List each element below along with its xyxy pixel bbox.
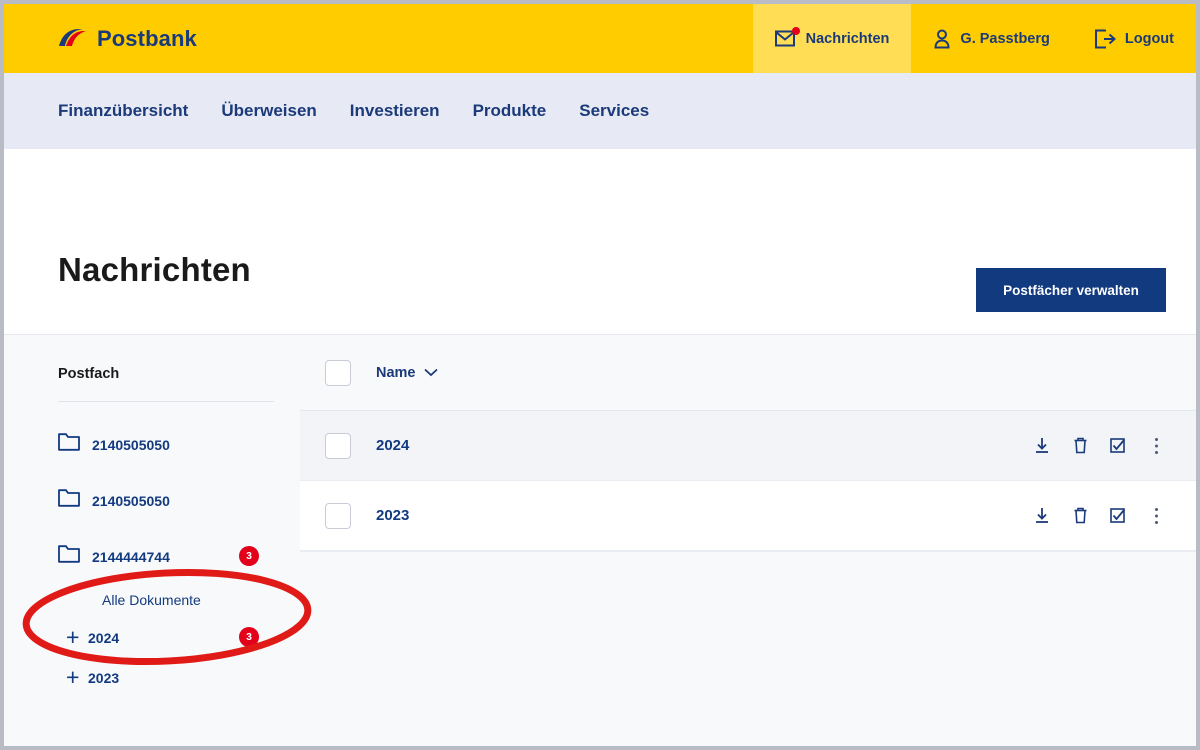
sidebar-subitem-label: 2024: [88, 629, 120, 646]
table-header-row: Name: [300, 335, 1196, 411]
nav-item-finanzuebersicht[interactable]: Finanzübersicht: [58, 101, 188, 121]
sidebar-heading: Postfach: [58, 366, 120, 382]
more-vertical-icon[interactable]: [1144, 434, 1168, 458]
table-row[interactable]: 2024: [300, 411, 1196, 481]
header-item-label: G. Passtberg: [960, 30, 1050, 47]
header-spacer: [197, 4, 753, 73]
postbank-logo-icon: [58, 28, 88, 50]
row-checkbox[interactable]: [325, 432, 351, 459]
nav-item-ueberweisen[interactable]: Überweisen: [221, 101, 316, 121]
row-select-cell: [300, 502, 376, 529]
download-icon[interactable]: [1030, 504, 1054, 528]
row-name-label[interactable]: 2023: [376, 507, 409, 524]
sidebar-subitem-label: 2023: [88, 669, 120, 686]
row-checkbox[interactable]: [325, 502, 351, 529]
table-row[interactable]: 2023: [300, 481, 1196, 551]
nav-item-services[interactable]: Services: [579, 101, 649, 121]
header-item-label: Nachrichten: [805, 30, 890, 47]
content-area: Postfach 2140505050 2140505050 214444474…: [4, 335, 1196, 746]
row-name-label[interactable]: 2024: [376, 437, 409, 454]
folder-icon: [58, 433, 80, 456]
sidebar-subitem-2023[interactable]: + 2023: [66, 666, 119, 689]
select-all-checkbox[interactable]: [325, 359, 351, 386]
row-select-cell: [300, 432, 376, 459]
main-navigation: Finanzübersicht Überweisen Investieren P…: [4, 73, 1196, 149]
check-box-icon[interactable]: [1106, 504, 1130, 528]
logout-icon: [1094, 29, 1116, 49]
plus-icon[interactable]: +: [66, 666, 88, 689]
folder-icon: [58, 489, 80, 512]
download-icon[interactable]: [1030, 434, 1054, 458]
page-header-band: Nachrichten Postfächer verwalten: [4, 149, 1196, 335]
sidebar-subitem-badge: 3: [239, 627, 259, 647]
header-item-logout[interactable]: Logout: [1072, 4, 1196, 73]
sidebar-folder-item-0[interactable]: 2140505050: [58, 433, 278, 456]
brand-logo[interactable]: Postbank: [4, 4, 197, 73]
sidebar-folder-label: 2140505050: [92, 492, 170, 509]
brand-name: Postbank: [97, 25, 197, 51]
table-bottom-divider: [300, 551, 1196, 552]
folder-icon: [58, 545, 80, 568]
row-action-group: [1030, 434, 1168, 458]
sidebar-folder-item-1[interactable]: 2140505050: [58, 489, 278, 512]
check-box-icon[interactable]: [1106, 434, 1130, 458]
sidebar-divider: [58, 401, 274, 402]
sidebar-subitem-label: Alle Dokumente: [102, 591, 201, 608]
trash-icon[interactable]: [1068, 504, 1092, 528]
mailbox-sidebar: Postfach 2140505050 2140505050 214444474…: [4, 335, 300, 746]
header-item-user[interactable]: G. Passtberg: [911, 4, 1071, 73]
page-title: Nachrichten: [58, 251, 251, 288]
sidebar-folder-label: 2144444744: [92, 548, 170, 565]
top-header-bar: Postbank Nachrichten G. Passtberg Logout: [4, 4, 1196, 73]
app-window: Postbank Nachrichten G. Passtberg Logout…: [4, 4, 1196, 746]
plus-icon[interactable]: +: [66, 626, 88, 649]
sidebar-folder-badge: 3: [239, 546, 259, 566]
messages-table: Name 2024 2023: [300, 335, 1196, 746]
column-header-label: Name: [376, 364, 416, 381]
sidebar-subitem-2024[interactable]: + 2024: [66, 626, 119, 649]
nav-item-investieren[interactable]: Investieren: [350, 101, 440, 121]
more-vertical-icon[interactable]: [1144, 504, 1168, 528]
sidebar-folder-label: 2140505050: [92, 436, 170, 453]
header-item-nachrichten[interactable]: Nachrichten: [752, 4, 912, 73]
row-action-group: [1030, 504, 1168, 528]
sidebar-subitem-alle-dokumente[interactable]: + Alle Dokumente: [80, 588, 201, 611]
notification-dot: [791, 27, 800, 35]
manage-mailboxes-button[interactable]: Postfächer verwalten: [976, 268, 1166, 312]
header-item-label: Logout: [1124, 30, 1174, 47]
chevron-down-icon: [423, 365, 438, 381]
user-icon: [933, 29, 951, 49]
trash-icon[interactable]: [1068, 434, 1092, 458]
nav-item-produkte[interactable]: Produkte: [473, 101, 547, 121]
select-all-cell: [300, 359, 376, 386]
envelope-icon: [774, 27, 800, 47]
column-header-name[interactable]: Name: [376, 365, 438, 381]
